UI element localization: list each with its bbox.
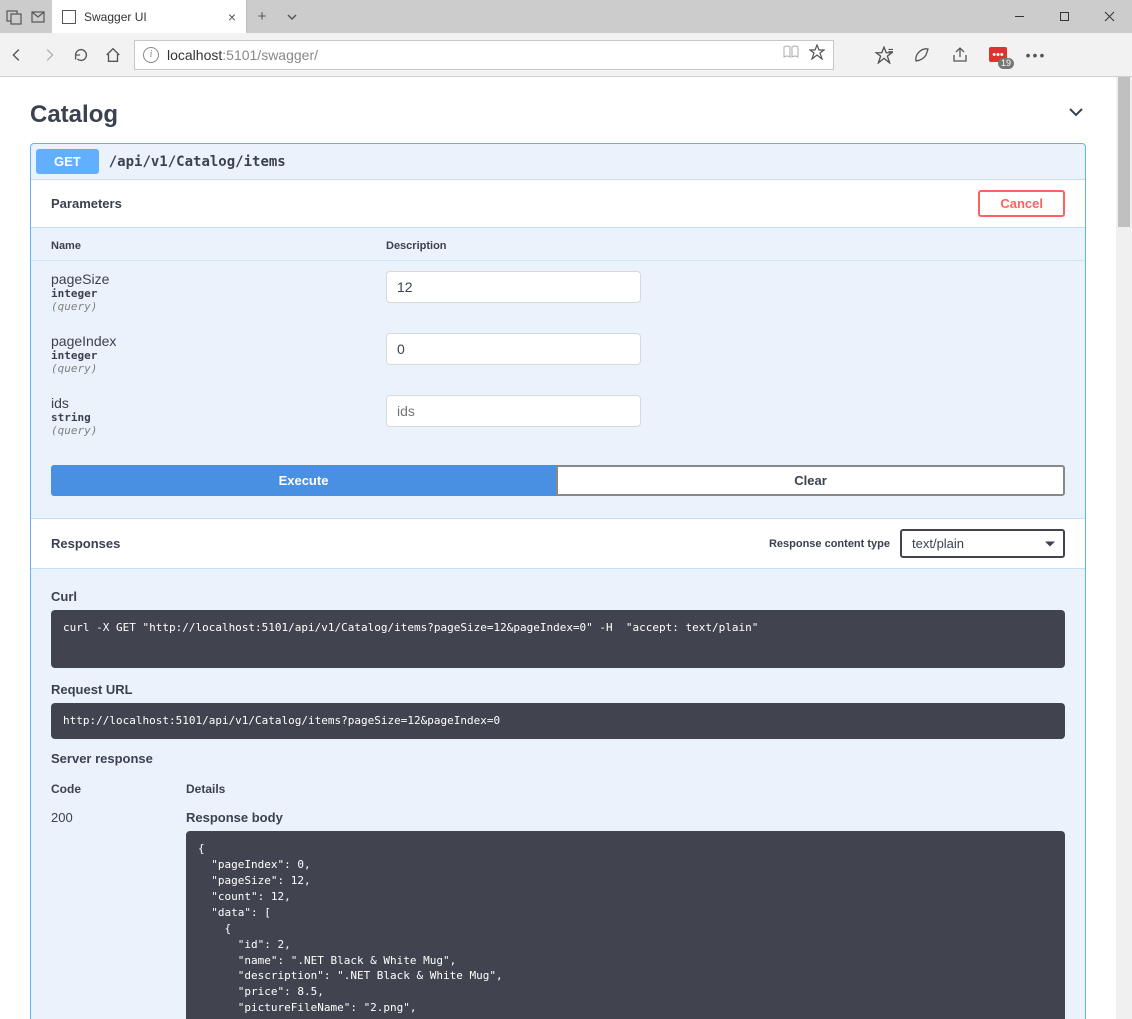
- maximize-button[interactable]: [1042, 0, 1087, 33]
- page-content: Catalog GET /api/v1/Catalog/items Parame…: [0, 77, 1116, 1019]
- section-title: Catalog: [30, 101, 118, 129]
- address-bar[interactable]: i localhost:5101/swagger/: [134, 40, 834, 70]
- refresh-button[interactable]: [70, 44, 92, 66]
- cancel-button[interactable]: Cancel: [978, 190, 1065, 217]
- param-name: pageIndex: [51, 333, 386, 349]
- http-method-badge: GET: [36, 149, 99, 174]
- window-titlebar: Swagger UI × +: [0, 0, 1132, 33]
- param-name: pageSize: [51, 271, 386, 287]
- forward-button[interactable]: [38, 44, 60, 66]
- favorites-bar-icon[interactable]: [874, 45, 894, 65]
- param-row: ids string (query): [31, 385, 1085, 447]
- back-button[interactable]: [6, 44, 28, 66]
- col-desc-header: Description: [386, 240, 447, 252]
- param-input-ids[interactable]: [386, 395, 641, 427]
- parameters-title: Parameters: [51, 196, 122, 211]
- tab-title: Swagger UI: [84, 10, 220, 24]
- section-header[interactable]: Catalog: [30, 101, 1086, 139]
- new-tab-button[interactable]: +: [247, 0, 277, 33]
- curl-block: curl -X GET "http://localhost:5101/api/v…: [51, 610, 1065, 668]
- response-row: 200 Response body { "pageIndex": 0, "pag…: [51, 804, 1065, 1019]
- col-code-header: Code: [51, 782, 186, 796]
- tab-actions-left: [0, 0, 52, 33]
- param-input-pagesize[interactable]: [386, 271, 641, 303]
- param-location: (query): [51, 362, 386, 375]
- favorite-icon[interactable]: [809, 44, 825, 65]
- browser-toolbar: i localhost:5101/swagger/ ••• 19 •••: [0, 33, 1132, 77]
- operation-block: GET /api/v1/Catalog/items Parameters Can…: [30, 143, 1086, 1019]
- param-location: (query): [51, 300, 386, 313]
- window-controls: [997, 0, 1132, 33]
- param-type: integer: [51, 287, 386, 300]
- request-url-block: http://localhost:5101/api/v1/Catalog/ite…: [51, 703, 1065, 739]
- execute-button[interactable]: Execute: [51, 465, 556, 496]
- server-response-label: Server response: [51, 751, 1065, 766]
- tab-close-icon[interactable]: ×: [228, 9, 236, 25]
- response-body-block: { "pageIndex": 0, "pageSize": 12, "count…: [186, 831, 1065, 1019]
- scrollbar-thumb[interactable]: [1118, 77, 1130, 227]
- operation-header[interactable]: GET /api/v1/Catalog/items: [31, 144, 1085, 180]
- param-input-pageindex[interactable]: [386, 333, 641, 365]
- browser-tab[interactable]: Swagger UI ×: [52, 0, 247, 33]
- more-icon[interactable]: •••: [1026, 45, 1046, 65]
- response-table-header: Code Details: [51, 772, 1065, 804]
- operation-path: /api/v1/Catalog/items: [109, 154, 286, 170]
- tab-aside-icon[interactable]: [6, 9, 22, 25]
- share-icon[interactable]: [950, 45, 970, 65]
- curl-label: Curl: [51, 589, 1065, 604]
- param-table-header: Name Description: [31, 228, 1085, 261]
- param-row: pageSize integer (query): [31, 261, 1085, 323]
- param-location: (query): [51, 424, 386, 437]
- response-code: 200: [51, 810, 186, 1019]
- tab-preview-icon[interactable]: [30, 9, 46, 25]
- param-type: string: [51, 411, 386, 424]
- col-name-header: Name: [51, 240, 386, 252]
- request-url-label: Request URL: [51, 682, 1065, 697]
- home-button[interactable]: [102, 44, 124, 66]
- col-details-header: Details: [186, 782, 225, 796]
- extension-badge: 19: [998, 58, 1014, 69]
- parameters-header: Parameters Cancel: [31, 180, 1085, 228]
- tabs-chevron-icon[interactable]: [277, 0, 307, 33]
- clear-button[interactable]: Clear: [556, 465, 1065, 496]
- collapse-icon[interactable]: [1066, 102, 1086, 128]
- notes-icon[interactable]: [912, 45, 932, 65]
- responses-header: Responses Response content type text/pla…: [31, 518, 1085, 569]
- url-text: localhost:5101/swagger/: [167, 47, 318, 63]
- content-type-label: Response content type: [769, 538, 890, 550]
- vertical-scrollbar[interactable]: [1116, 77, 1132, 1019]
- minimize-button[interactable]: [997, 0, 1042, 33]
- site-info-icon[interactable]: i: [143, 47, 159, 63]
- responses-title: Responses: [51, 536, 120, 551]
- content-type-select[interactable]: text/plain: [900, 529, 1065, 558]
- param-name: ids: [51, 395, 386, 411]
- param-type: integer: [51, 349, 386, 362]
- extension-icon[interactable]: ••• 19: [988, 45, 1008, 65]
- response-body-label: Response body: [186, 810, 1065, 825]
- param-row: pageIndex integer (query): [31, 323, 1085, 385]
- reading-view-icon[interactable]: [783, 45, 799, 64]
- tab-favicon: [62, 10, 76, 24]
- close-window-button[interactable]: [1087, 0, 1132, 33]
